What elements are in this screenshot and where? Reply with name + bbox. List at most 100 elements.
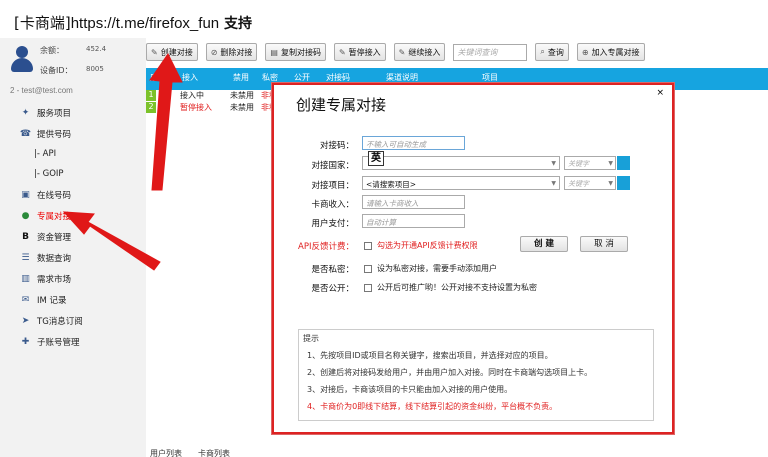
title-url[interactable]: https://t.me/firefox_fun [71, 15, 219, 32]
dialog-title: 创建专属对接 [296, 96, 387, 114]
balance-value: 452.4 [86, 45, 107, 53]
row-disabled: 未禁用 [230, 91, 254, 100]
chevron-down-icon: ▼ [551, 160, 556, 167]
keyword-placeholder: 关键字 [568, 160, 589, 168]
device-value: 8005 [86, 65, 104, 73]
sidebar-item-im-log[interactable]: ✉ IM 记录 [20, 289, 83, 310]
sidebar-nav: ✦ 服务项目 ☎ 提供号码 |- API |- GOIP ▣ 在线号码 ● 专属对接 B… [20, 102, 83, 352]
add-icon: ⊕ [581, 47, 589, 57]
search-button[interactable]: ⌕ 查询 [535, 43, 569, 61]
sidebar-item-label: TG消息订阅 [37, 316, 83, 327]
tip-item: 2、创建后将对接码发给用户，并由用户加入对接。同时在卡商端勾选项目上卡。 [307, 368, 593, 377]
avatar [10, 46, 34, 74]
public-checkbox[interactable]: 公开后可推广哟！公开对接不支持设置为私密 [364, 282, 537, 293]
chevron-down-icon: ▼ [551, 180, 556, 187]
pay-input[interactable]: 自动计算 [362, 214, 465, 228]
ime-indicator: 英 [368, 151, 384, 166]
create-submit-button[interactable]: 创 建 [520, 236, 568, 252]
join-exclusive-button-label: 加入专属对接 [591, 47, 640, 57]
sidebar-item-goip[interactable]: |- GOIP [20, 164, 83, 184]
sidebar-item-label: |- API [34, 149, 57, 159]
code-input[interactable]: 不输入可自动生成 [362, 136, 465, 150]
pause-button[interactable]: ✎ 暂停接入 [333, 43, 386, 61]
sidebar-item-label: 提供号码 [37, 129, 72, 140]
close-icon[interactable]: × [656, 88, 664, 98]
sidebar-item-api[interactable]: |- API [20, 144, 83, 164]
bottom-tabs[interactable]: 用户列表 卡商列表 [150, 448, 230, 457]
api-billing-checkbox-label: 勾选为开通API反馈计费权限 [377, 241, 478, 250]
balance-row: 余额： 452.4 [40, 45, 106, 56]
sidebar-item-sub-accounts[interactable]: ✚ 子账号管理 [20, 331, 83, 352]
sidebar: 余额： 452.4 设备ID： 8005 2 - test@test.com ✦… [0, 38, 146, 457]
sidebar-item-service[interactable]: ✦ 服务项目 [20, 102, 83, 123]
row-number: 1 [146, 90, 156, 101]
tips-box: 提示 1、先按项目ID或项目名称关键字，搜索出项目，并选择对应的项目。 2、创建… [298, 329, 654, 421]
search-input[interactable]: 关键词查询 [453, 43, 528, 61]
sidebar-item-exclusive[interactable]: ● 专属对接 [20, 205, 83, 226]
col-public[interactable]: 公开 [294, 72, 310, 83]
col-access[interactable]: 接入 [182, 72, 198, 83]
keyword-placeholder: 关键字 [568, 180, 589, 188]
resume-icon: ✎ [398, 47, 406, 57]
copy-icon: ▤ [270, 47, 278, 57]
sidebar-item-funds[interactable]: B 资金管理 [20, 226, 83, 247]
row-number: 2 [146, 102, 156, 113]
sidebar-item-label: 服务项目 [37, 108, 72, 119]
copy-code-button[interactable]: ▤ 复制对接码 [265, 43, 326, 61]
resume-button-label: 继续接入 [408, 47, 441, 57]
private-checkbox[interactable]: 设为私密对接，需要手动添加用户 [364, 263, 497, 274]
country-search-button[interactable] [617, 156, 630, 170]
project-keyword-input[interactable]: 关键字 ▼ [564, 176, 616, 190]
tips-title: 提示 [303, 334, 319, 343]
cancel-button[interactable]: 取 消 [580, 236, 628, 252]
code-label: 对接码： [319, 141, 354, 151]
search-button-label: 查询 [547, 47, 564, 57]
delete-button[interactable]: ⊘ 删除对接 [205, 43, 258, 61]
col-num[interactable]: 序号 [150, 72, 166, 83]
sidebar-item-provide-number[interactable]: ☎ 提供号码 [20, 123, 83, 144]
project-select-value: <请搜索项目> [366, 180, 417, 189]
sidebar-item-label: 在线号码 [37, 190, 72, 201]
country-label: 对接国家： [311, 161, 354, 171]
toolbar: ✎ 创建对接 ⊘ 删除对接 ▤ 复制对接码 ✎ 暂停接入 ✎ 继续接入 关键词查询 ⌕ 查询… [146, 40, 653, 64]
sidebar-item-data-query[interactable]: ☰ 数据查询 [20, 247, 83, 268]
col-disabled[interactable]: 禁用 [233, 72, 249, 83]
sidebar-item-online-number[interactable]: ▣ 在线号码 [20, 184, 83, 205]
delete-button-label: 删除对接 [220, 47, 253, 57]
public-label: 是否公开： [311, 284, 354, 294]
country-keyword-input[interactable]: 关键字 ▼ [564, 156, 616, 170]
api-billing-checkbox[interactable]: 勾选为开通API反馈计费权限 [364, 240, 478, 251]
join-exclusive-button[interactable]: ⊕ 加入专属对接 [576, 43, 645, 61]
balance-label: 余额： [40, 46, 64, 55]
resume-button[interactable]: ✎ 继续接入 [393, 43, 446, 61]
table-row[interactable]: 1 接入中 未禁用 非私 [146, 90, 280, 101]
create-button-label: 创建对接 [160, 47, 193, 57]
copy-code-button-label: 复制对接码 [280, 47, 321, 57]
table-row[interactable]: 2 暂停接入 未禁用 非私 [146, 102, 280, 113]
col-code[interactable]: 对接码 [326, 72, 350, 83]
online-icon: ▣ [21, 189, 30, 200]
delete-icon: ⊘ [210, 47, 218, 57]
col-channel[interactable]: 渠道说明 [386, 72, 418, 83]
sidebar-item-label: 子账号管理 [37, 337, 80, 348]
title-suffix: 支持 [219, 16, 252, 32]
project-select[interactable]: <请搜索项目> ▼ [362, 176, 560, 190]
user-email: 2 - test@test.com [10, 86, 73, 95]
income-label: 卡商收入： [311, 200, 354, 210]
create-button[interactable]: ✎ 创建对接 [146, 43, 198, 61]
row-access: 接入中 [180, 91, 204, 100]
col-project[interactable]: 项目 [482, 72, 498, 83]
country-select[interactable]: ▼ [362, 156, 560, 170]
income-input[interactable]: 请输入卡商收入 [362, 195, 465, 209]
tip-item: 3、对接后，卡商该项目的卡只能由加入对接的用户使用。 [307, 385, 513, 394]
app-title: [卡商端]https://t.me/firefox_fun 支持 [14, 12, 252, 33]
create-exclusive-dialog: 创建专属对接 × 对接码： 不输入可自动生成 对接国家： ▼ 英 关键字 ▼ 对接… [272, 83, 674, 434]
sidebar-item-market[interactable]: ▥ 需求市场 [20, 268, 83, 289]
sidebar-item-tg-subscribe[interactable]: ➤ TG消息订阅 [20, 310, 83, 331]
col-private[interactable]: 私密 [262, 72, 278, 83]
public-checkbox-label: 公开后可推广哟！公开对接不支持设置为私密 [377, 283, 537, 292]
sidebar-item-label: 专属对接 [37, 211, 72, 222]
private-label: 是否私密： [311, 265, 354, 275]
phone-icon: ☎ [19, 128, 32, 139]
project-search-button[interactable] [617, 176, 630, 190]
